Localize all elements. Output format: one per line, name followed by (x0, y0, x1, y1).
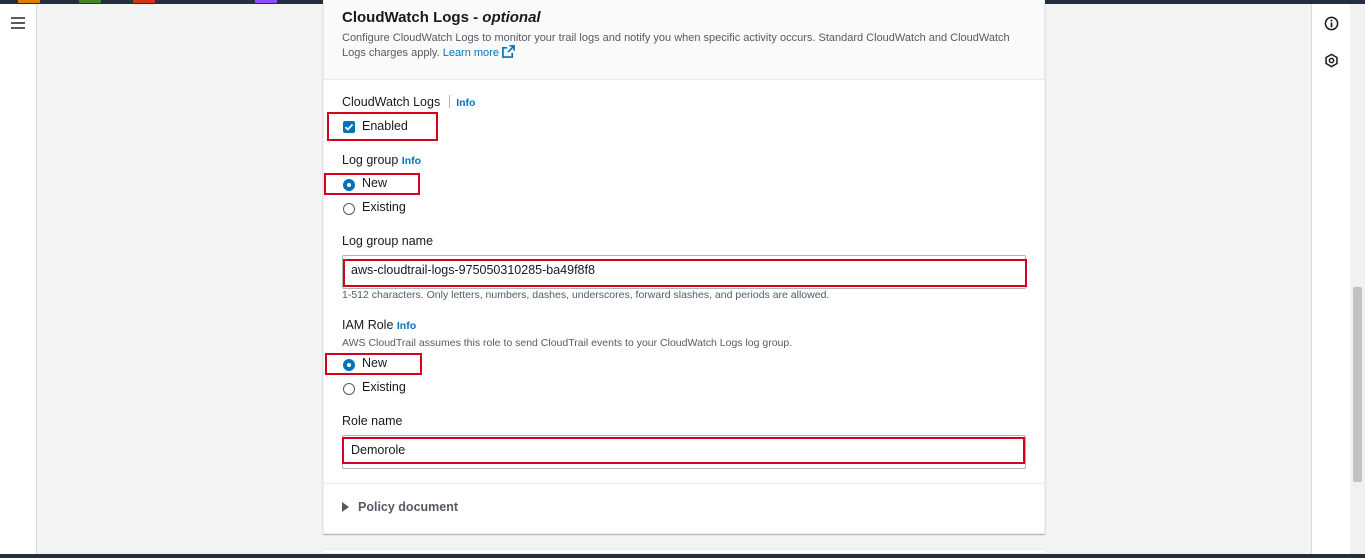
panel-divider (324, 483, 1044, 484)
policy-document-expander[interactable]: Policy document (342, 500, 458, 514)
log-group-existing-radio[interactable] (343, 203, 355, 215)
highlight-iam-role-new (325, 353, 422, 375)
hamburger-menu-icon[interactable] (11, 17, 25, 29)
caret-right-icon (342, 502, 349, 512)
cloudwatch-logs-panel: CloudWatch Logs - optional Configure Clo… (323, 0, 1045, 534)
hexagon-settings-icon[interactable] (1324, 53, 1339, 68)
log-group-name-constraint: 1-512 characters. Only letters, numbers,… (342, 289, 830, 301)
right-tools-rail (1311, 4, 1350, 554)
panel-title-text: CloudWatch Logs (342, 9, 469, 26)
learn-more-link[interactable]: Learn more (443, 47, 499, 59)
log-group-name-label: Log group name (342, 234, 434, 248)
external-link-icon[interactable] (502, 45, 515, 58)
highlight-log-group-new (324, 173, 420, 195)
iam-role-description: AWS CloudTrail assumes this role to send… (342, 337, 793, 349)
policy-document-label: Policy document (358, 500, 459, 514)
bottom-bar (0, 554, 1365, 558)
panel-header: CloudWatch Logs - optional Configure Clo… (324, 0, 1044, 80)
cloudwatch-logs-label: CloudWatch Logs Info (342, 95, 475, 109)
cloudwatch-logs-label-text: CloudWatch Logs (342, 95, 441, 109)
iam-role-existing-label[interactable]: Existing (362, 380, 406, 394)
cloudwatch-logs-info-link[interactable]: Info (456, 97, 475, 109)
iam-role-info-link[interactable]: Info (397, 320, 416, 332)
highlight-role-name (342, 437, 1025, 464)
role-name-label: Role name (342, 414, 403, 428)
scrollbar-thumb[interactable] (1353, 287, 1362, 482)
service-shortcut-2[interactable] (79, 0, 101, 3)
iam-role-existing-radio[interactable] (343, 383, 355, 395)
panel-description: Configure CloudWatch Logs to monitor you… (342, 31, 1032, 60)
iam-role-label: IAM Role Info (342, 318, 416, 332)
service-shortcut-1[interactable] (18, 0, 40, 3)
log-group-existing-label[interactable]: Existing (362, 200, 406, 214)
service-shortcut-3[interactable] (133, 0, 155, 3)
side-navigation (0, 4, 37, 554)
service-shortcut-4[interactable] (255, 0, 277, 3)
panel-title: CloudWatch Logs - optional (342, 9, 541, 26)
page-scrollbar[interactable] (1350, 4, 1365, 554)
highlight-enabled (327, 112, 438, 141)
info-circle-icon[interactable] (1324, 16, 1339, 31)
log-group-info-link[interactable]: Info (402, 155, 421, 167)
highlight-log-group-name (343, 259, 1027, 287)
log-group-label: Log group Info (342, 153, 421, 167)
iam-role-label-text: IAM Role (342, 318, 394, 332)
log-group-label-text: Log group (342, 153, 399, 167)
panel-title-optional: optional (482, 9, 541, 26)
